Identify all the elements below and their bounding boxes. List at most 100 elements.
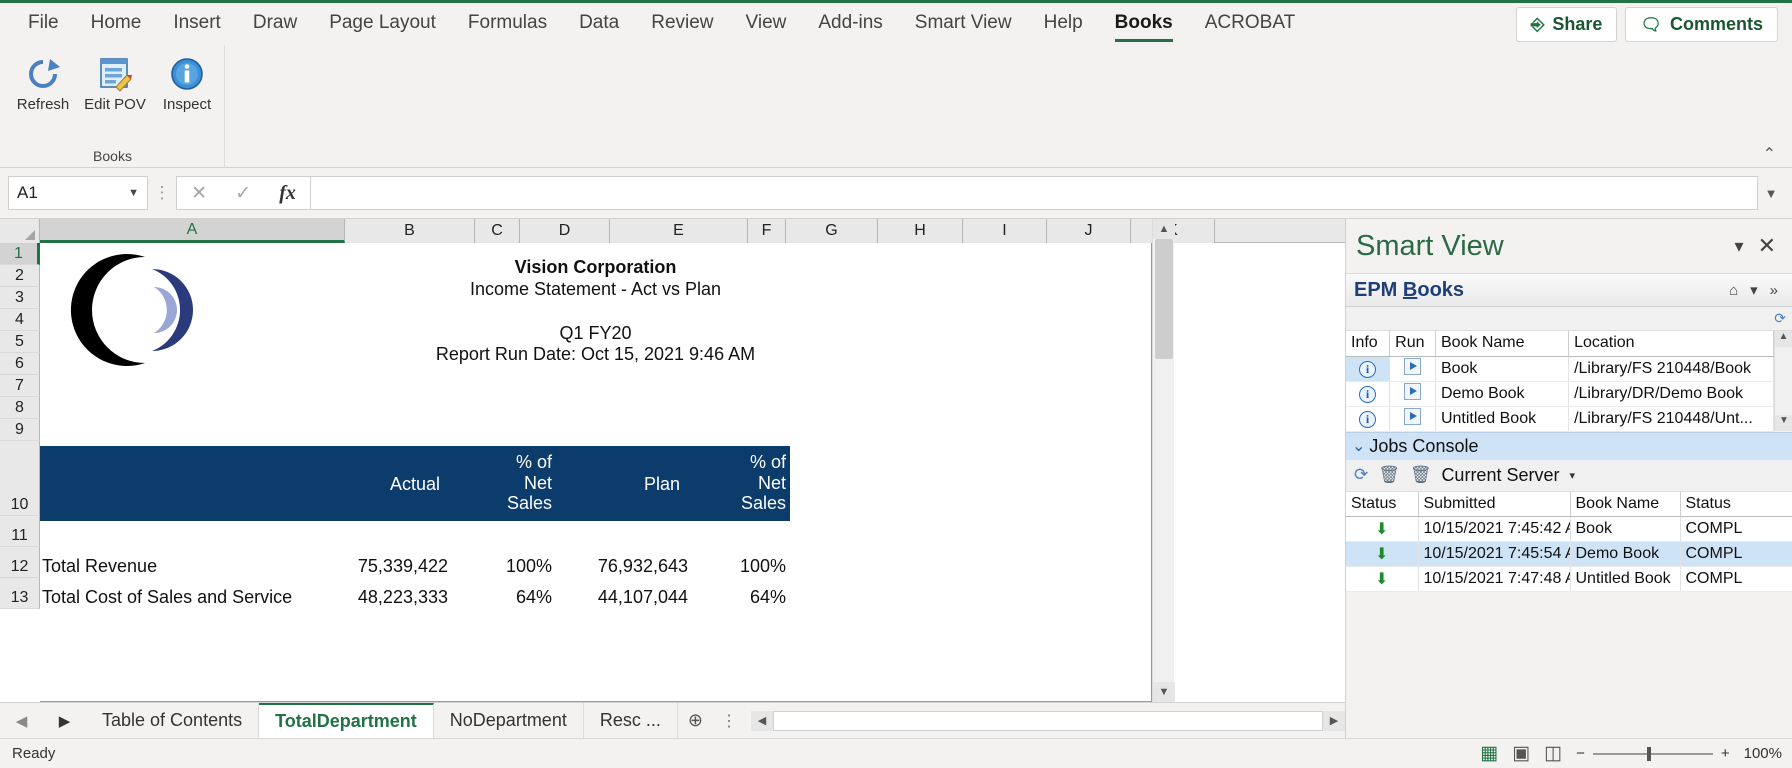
ribbon-tab-insert[interactable]: Insert: [157, 6, 237, 42]
comments-button[interactable]: 🗨 Comments: [1625, 7, 1778, 42]
scroll-down-icon[interactable]: ▼: [1153, 682, 1175, 702]
row-header-1[interactable]: 1: [0, 243, 40, 265]
next-sheet-icon[interactable]: ▶: [59, 712, 71, 730]
close-icon[interactable]: ✕: [1752, 233, 1782, 259]
report-row[interactable]: Total Cost of Sales and Service 48,223,33…: [40, 583, 790, 614]
ribbon-tab-draw[interactable]: Draw: [237, 6, 313, 42]
column-header-D[interactable]: D: [520, 219, 610, 243]
cancel-icon[interactable]: ✕: [191, 182, 207, 205]
refresh-button[interactable]: Refresh: [8, 51, 78, 114]
column-header-E[interactable]: E: [610, 219, 748, 243]
collapse-ribbon-button[interactable]: ⌃: [1763, 144, 1776, 164]
row-header-6[interactable]: 6: [0, 353, 40, 375]
ribbon-tab-acrobat[interactable]: ACROBAT: [1189, 6, 1311, 42]
row-header-4[interactable]: 4: [0, 309, 40, 331]
location-cell[interactable]: /Library/FS 210448/Book: [1568, 356, 1774, 382]
page-layout-view-icon[interactable]: ▣: [1512, 742, 1530, 765]
column-header-H[interactable]: H: [878, 219, 963, 243]
scroll-up-icon[interactable]: ▲: [1153, 219, 1175, 239]
row-header-2[interactable]: 2: [0, 265, 40, 287]
column-header-J[interactable]: J: [1047, 219, 1131, 243]
books-col-book-name[interactable]: Book Name: [1435, 331, 1570, 357]
more-sheets-icon[interactable]: ⋮: [713, 711, 745, 731]
sheet-tab-table-of-contents[interactable]: Table of Contents: [86, 702, 260, 739]
jobs-col-submitted-1[interactable]: Submitted: [1418, 491, 1571, 517]
delete-icon[interactable]: 🗑: [1378, 465, 1400, 485]
fx-icon[interactable]: fx: [279, 182, 296, 205]
info-icon[interactable]: i: [1346, 406, 1391, 432]
jobs-col-status-3[interactable]: Status: [1680, 491, 1792, 517]
row-header-10[interactable]: 10: [0, 441, 40, 516]
jobs-table-row[interactable]: ⬇10/15/2021 7:47:48 AMUntitled BookCOMPL: [1346, 566, 1792, 592]
ribbon-tab-help[interactable]: Help: [1028, 6, 1099, 42]
h-scroll-track[interactable]: [772, 710, 1323, 731]
books-scroll-down-icon[interactable]: ▼: [1775, 415, 1792, 431]
column-header-I[interactable]: I: [963, 219, 1047, 243]
sheet-tab-nodepartment[interactable]: NoDepartment: [434, 702, 584, 739]
download-icon[interactable]: ⬇: [1346, 541, 1419, 567]
books-table-row[interactable]: i Untitled Book/Library/FS 210448/Unt...: [1346, 406, 1774, 432]
books-col-info[interactable]: Info: [1346, 331, 1391, 357]
formula-expand-chevron-down-icon[interactable]: ▼: [1758, 186, 1784, 201]
book-name-cell[interactable]: Demo Book: [1435, 381, 1570, 407]
current-server-selector[interactable]: Current Server: [1441, 465, 1559, 486]
location-cell[interactable]: /Library/DR/Demo Book: [1568, 381, 1774, 407]
dropdown-caret-icon[interactable]: ▾: [1569, 469, 1575, 482]
book-name-cell[interactable]: Untitled Book: [1435, 406, 1570, 432]
books-table-row[interactable]: i Book/Library/FS 210448/Book: [1346, 356, 1774, 382]
column-header-A[interactable]: A: [40, 219, 345, 243]
double-chevron-right-icon[interactable]: »: [1764, 282, 1784, 299]
row-header-7[interactable]: 7: [0, 375, 40, 397]
ribbon-tab-smart-view[interactable]: Smart View: [899, 6, 1028, 42]
row-header-5[interactable]: 5: [0, 331, 40, 353]
sheet-tab-totaldepartment[interactable]: TotalDepartment: [259, 702, 434, 739]
jobs-refresh-icon[interactable]: ⟳: [1354, 465, 1368, 485]
ribbon-tab-home[interactable]: Home: [75, 6, 158, 42]
horizontal-scrollbar[interactable]: ◀ ▶: [750, 710, 1345, 732]
edit-pov-button[interactable]: Edit POV: [80, 51, 150, 114]
sheet-canvas[interactable]: Vision Corporation Income Statement - Ac…: [40, 243, 1152, 702]
zoom-level-label[interactable]: 100%: [1744, 745, 1782, 762]
row-header-3[interactable]: 3: [0, 287, 40, 309]
zoom-in-button[interactable]: +: [1721, 745, 1730, 762]
vertical-scroll-thumb[interactable]: [1155, 239, 1173, 359]
ribbon-tab-file[interactable]: File: [12, 6, 75, 42]
book-name-cell[interactable]: Book: [1435, 356, 1570, 382]
books-col-location[interactable]: Location: [1568, 331, 1774, 357]
h-scroll-right-icon[interactable]: ▶: [1323, 710, 1345, 731]
sheet-tab-resc[interactable]: Resc ...: [584, 702, 678, 739]
ribbon-tab-data[interactable]: Data: [563, 6, 635, 42]
ribbon-tab-books[interactable]: Books: [1099, 6, 1189, 42]
panel-menu-icon[interactable]: ▾: [1727, 236, 1752, 257]
jobs-console-header[interactable]: ⌄ Jobs Console: [1346, 431, 1792, 460]
jobs-table-row[interactable]: ⬇10/15/2021 7:45:42 AMBookCOMPL: [1346, 516, 1792, 542]
books-col-run[interactable]: Run: [1389, 331, 1436, 357]
page-break-view-icon[interactable]: ◫: [1544, 742, 1562, 765]
chevron-double-down-icon[interactable]: ⌄: [1352, 436, 1365, 456]
books-table-row[interactable]: i Demo Book/Library/DR/Demo Book: [1346, 381, 1774, 407]
delete-completed-icon[interactable]: 🗑: [1410, 465, 1432, 485]
ribbon-tab-formulas[interactable]: Formulas: [452, 6, 563, 42]
zoom-thumb[interactable]: [1646, 746, 1651, 761]
ribbon-tab-page-layout[interactable]: Page Layout: [313, 6, 452, 42]
column-header-B[interactable]: B: [345, 219, 475, 243]
jobs-table-row[interactable]: ⬇10/15/2021 7:45:54 AMDemo BookCOMPL: [1346, 541, 1792, 567]
download-icon[interactable]: ⬇: [1346, 516, 1419, 542]
column-header-C[interactable]: C: [475, 219, 520, 243]
row-header-11[interactable]: 11: [0, 516, 40, 547]
books-refresh-icon[interactable]: ⟳: [1774, 310, 1786, 327]
normal-view-icon[interactable]: ▦: [1480, 742, 1498, 765]
jobs-col-book-name-2[interactable]: Book Name: [1570, 491, 1681, 517]
report-row[interactable]: Total Revenue 75,339,422 100% 76,932,643 100…: [40, 552, 790, 583]
zoom-track[interactable]: [1592, 746, 1713, 761]
formula-bar-handle[interactable]: ⋮: [148, 183, 176, 203]
vertical-scrollbar[interactable]: ▲ ▼: [1152, 219, 1175, 702]
download-icon[interactable]: ⬇: [1346, 566, 1419, 592]
ribbon-tab-review[interactable]: Review: [635, 6, 729, 42]
first-sheet-icon[interactable]: ◀: [16, 712, 28, 730]
home-icon[interactable]: ⌂: [1723, 282, 1744, 299]
books-list-scrollbar[interactable]: ▲ ▼: [1774, 331, 1792, 431]
share-button[interactable]: ⎆ Share: [1515, 7, 1618, 42]
name-box[interactable]: A1 ▼: [8, 176, 148, 210]
row-header-8[interactable]: 8: [0, 397, 40, 419]
